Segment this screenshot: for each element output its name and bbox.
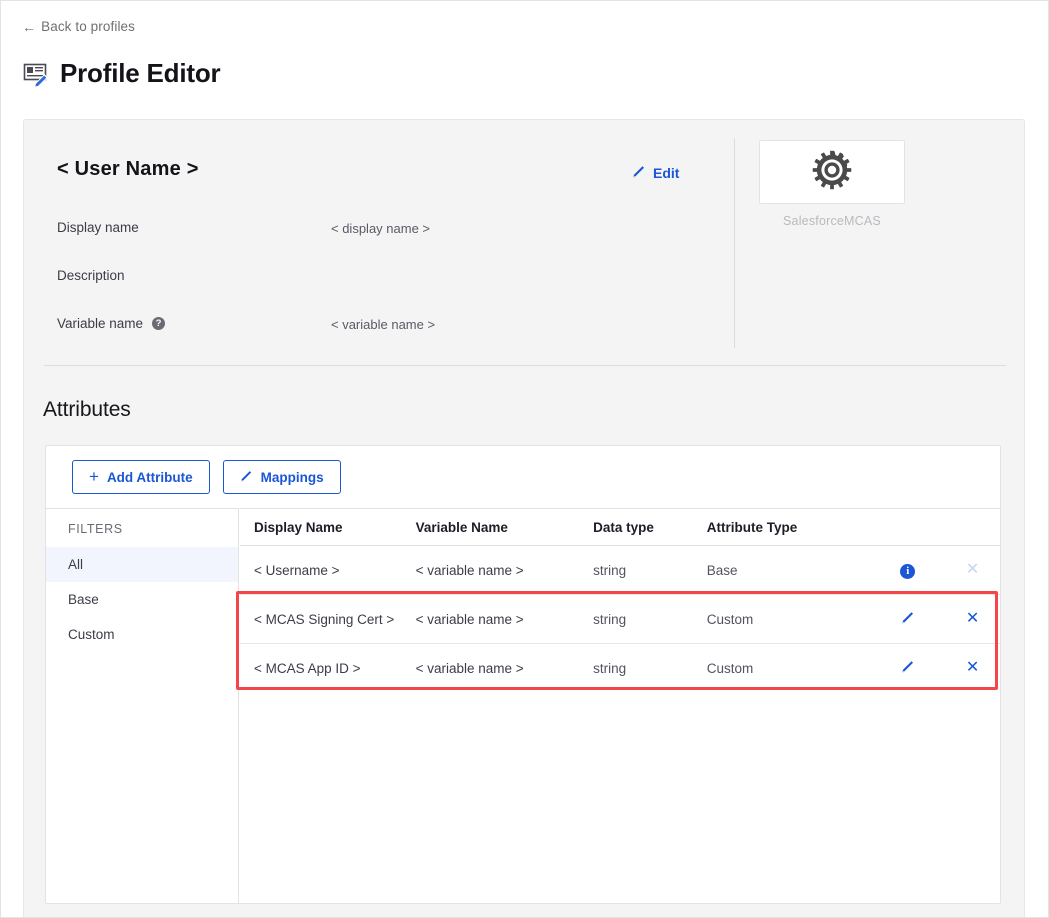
arrow-left-icon: ← [22,20,36,34]
cell-variable-name: < variable name > [416,661,594,676]
filter-item-custom[interactable]: Custom [46,617,238,652]
close-icon[interactable]: ✕ [966,611,979,627]
cell-action-primary[interactable]: i [870,561,945,579]
profile-editor-icon [22,60,50,88]
pencil-icon [240,469,253,485]
cell-action-delete[interactable]: ✕ [945,659,1000,677]
field-display-name-value: < display name > [331,221,430,236]
cell-action-primary[interactable] [870,659,945,678]
cell-variable-name: < variable name > [416,563,594,578]
column-header-display-name: Display Name [240,520,416,535]
cell-data-type: string [593,563,707,578]
field-variable-name-label: Variable name ? [57,316,165,331]
cell-display-name: < MCAS App ID > [240,661,416,676]
filter-item-all[interactable]: All [46,547,238,582]
attributes-table: Display Name Variable Name Data type Att… [240,508,1000,903]
mappings-button[interactable]: Mappings [223,460,341,494]
info-icon[interactable]: i [900,564,915,579]
page-title-row: Profile Editor [22,58,220,89]
attributes-heading: Attributes [43,398,131,422]
column-header-data-type: Data type [593,520,707,535]
field-variable-name-text: Variable name [57,316,143,331]
back-to-profiles-label: Back to profiles [41,19,135,34]
cell-action-delete[interactable]: ✕ [945,561,1000,579]
field-display-name-label: Display name [57,220,139,235]
add-attribute-button[interactable]: + Add Attribute [72,460,210,494]
attributes-panel: + Add Attribute Mappings FILTERS All [45,445,1001,904]
table-header-row: Display Name Variable Name Data type Att… [240,509,1000,546]
cell-attribute-type: Custom [707,661,871,676]
mappings-label: Mappings [261,470,324,485]
attributes-toolbar: + Add Attribute Mappings [46,446,1000,508]
close-icon[interactable]: ✕ [966,562,979,578]
help-icon[interactable]: ? [152,317,165,330]
plus-icon: + [89,468,99,485]
cell-action-primary[interactable] [870,610,945,629]
cell-display-name: < MCAS Signing Cert > [240,612,416,627]
cell-variable-name: < variable name > [416,612,594,627]
cell-action-delete[interactable]: ✕ [945,610,1000,628]
table-row[interactable]: < MCAS App ID > < variable name > string… [240,644,1000,693]
section-divider [44,365,1006,366]
profile-name: < User Name > [57,158,199,181]
app-tile[interactable] [759,140,905,204]
add-attribute-label: Add Attribute [107,470,193,485]
column-header-variable-name: Variable Name [416,520,594,535]
vertical-divider [734,138,735,348]
back-to-profiles-link[interactable]: ← Back to profiles [22,19,135,34]
field-variable-name-value: < variable name > [331,317,435,332]
app-tile-wrapper: SalesforceMCAS [759,140,905,228]
table-row[interactable]: < MCAS Signing Cert > < variable name > … [240,595,1000,644]
pencil-icon [632,164,646,181]
pencil-icon[interactable] [901,659,915,677]
cell-attribute-type: Custom [707,612,871,627]
cell-display-name: < Username > [240,563,416,578]
edit-profile-button[interactable]: Edit [632,164,679,181]
cell-attribute-type: Base [707,563,871,578]
edit-profile-label: Edit [653,165,679,181]
filter-item-base[interactable]: Base [46,582,238,617]
close-icon[interactable]: ✕ [966,660,979,676]
app-tile-label: SalesforceMCAS [759,214,905,228]
pencil-icon[interactable] [901,610,915,628]
table-row[interactable]: < Username > < variable name > string Ba… [240,546,1000,595]
page-title: Profile Editor [60,58,220,89]
profile-editor-page: ← Back to profiles Profile Editor < User… [1,1,1048,917]
gear-icon [810,148,854,197]
field-description-label: Description [57,268,125,283]
profile-card: < User Name > Display name < display nam… [23,119,1025,917]
cell-data-type: string [593,612,707,627]
filters-sidebar: FILTERS All Base Custom [46,508,239,903]
cell-data-type: string [593,661,707,676]
filters-heading: FILTERS [46,509,238,547]
column-header-attribute-type: Attribute Type [707,520,871,535]
